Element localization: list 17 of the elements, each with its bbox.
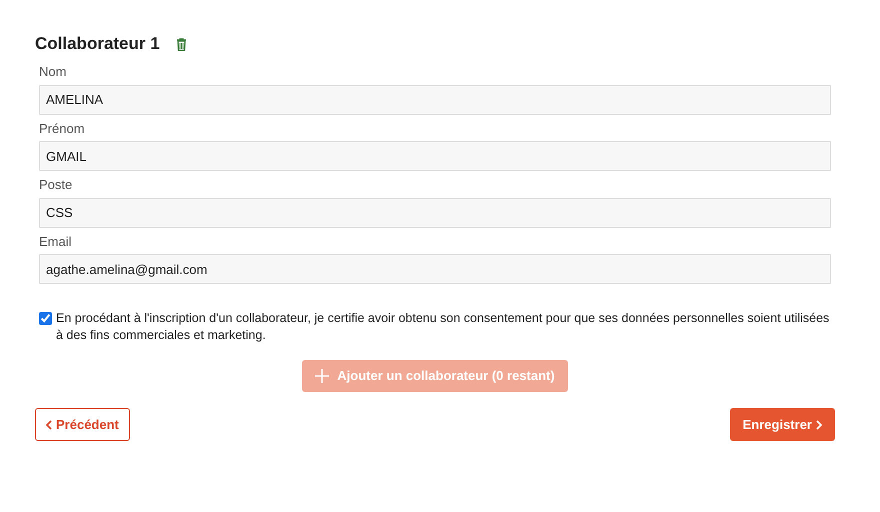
previous-button[interactable]: Précédent bbox=[35, 408, 130, 442]
input-field[interactable]: GMAIL bbox=[39, 141, 831, 172]
plus-icon bbox=[315, 369, 330, 384]
trash-icon[interactable] bbox=[176, 38, 187, 51]
field-label: Prénom bbox=[39, 120, 85, 138]
input-field[interactable]: AMELINA bbox=[39, 84, 831, 115]
field-label: Poste bbox=[39, 176, 72, 194]
section-title: Collaborateur 1 bbox=[35, 34, 160, 54]
consent-text: En procédant à l'inscription d'un collaborateur, je certifie avoir obtenu son consentement pour que ses données personnelles soient utilisées à des fins commerciales et marketing. bbox=[56, 310, 830, 344]
field-label: Email bbox=[39, 232, 72, 251]
save-button[interactable]: Enregistrer bbox=[730, 408, 835, 442]
consent-checkbox[interactable] bbox=[39, 312, 52, 326]
chevron-right-icon bbox=[816, 420, 822, 430]
field-label: Nom bbox=[39, 63, 66, 82]
input-field[interactable]: agathe.amelina@gmail.com bbox=[39, 254, 831, 284]
chevron-left-icon bbox=[46, 420, 52, 430]
input-field[interactable]: CSS bbox=[39, 198, 831, 228]
